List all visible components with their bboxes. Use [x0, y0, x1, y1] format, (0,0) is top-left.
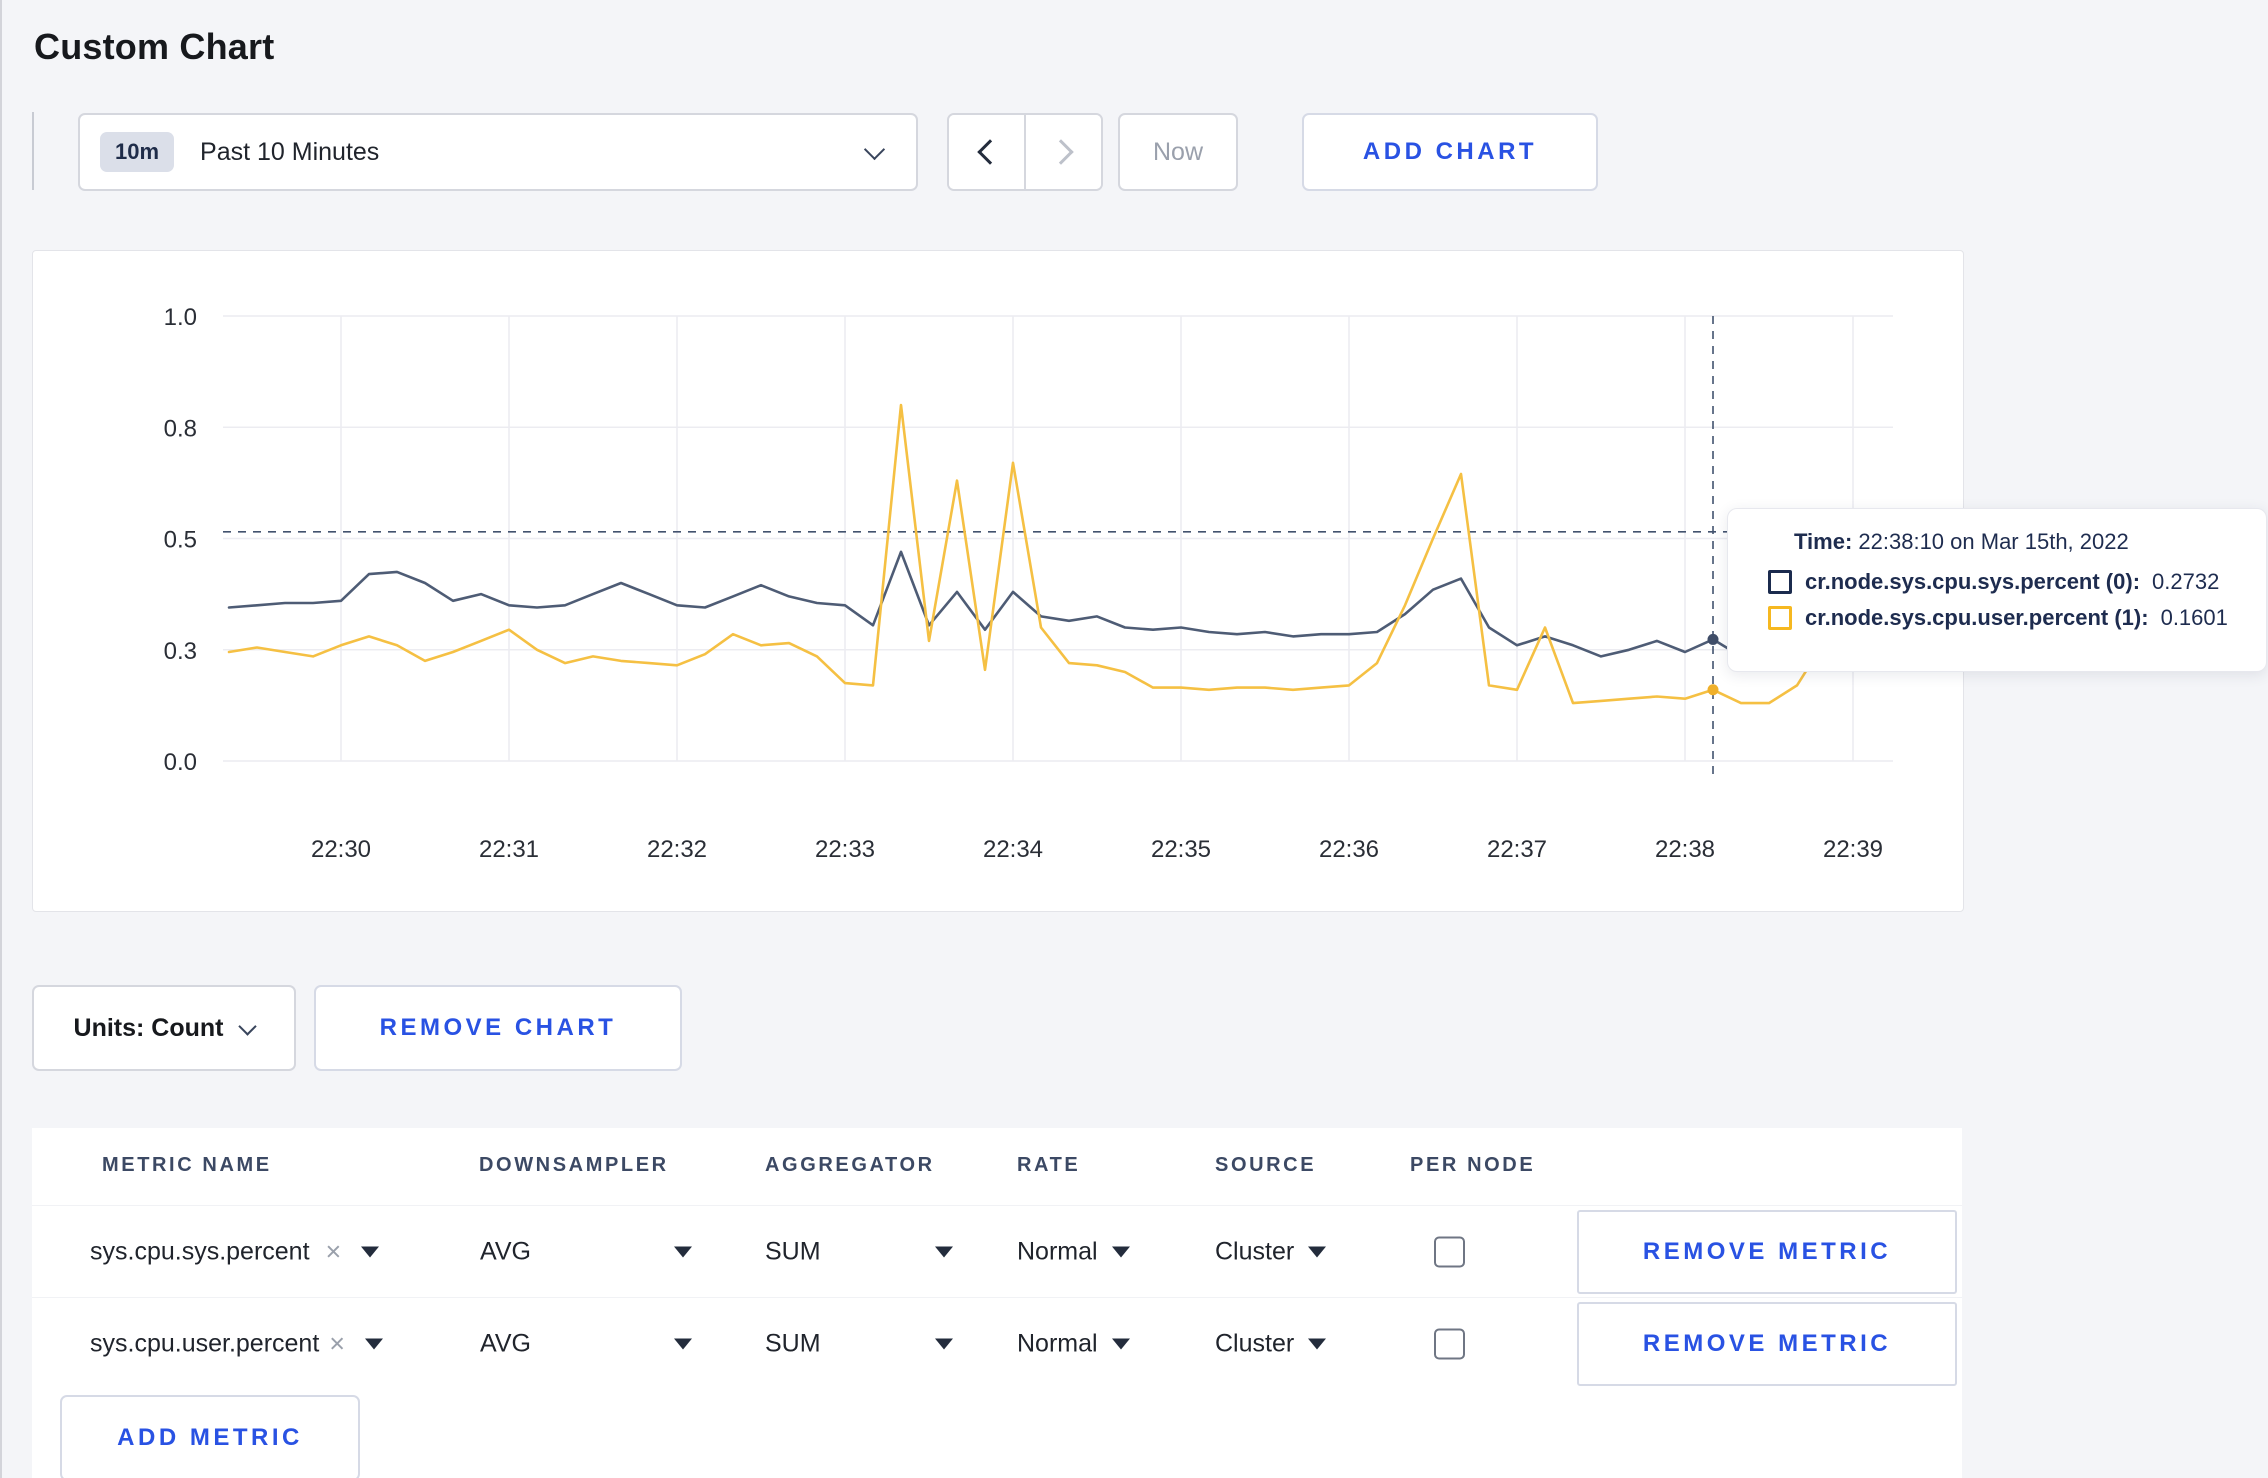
column-header-source: SOURCE [1215, 1154, 1317, 1176]
metric-name-select[interactable]: sys.cpu.user.percent × [90, 1329, 384, 1359]
custom-chart-page: Custom Chart 10m Past 10 Minutes Now ADD… [0, 0, 2268, 1478]
tooltip-time: Time: 22:38:10 on Mar 15th, 2022 [1794, 529, 2266, 555]
time-range-label: Past 10 Minutes [200, 137, 380, 166]
source-value: Cluster [1215, 1329, 1295, 1358]
metric-name-value: sys.cpu.sys.percent [90, 1237, 310, 1266]
add-metric-button[interactable]: ADD METRIC [60, 1395, 360, 1478]
aggregator-select[interactable]: SUM [765, 1330, 953, 1359]
tooltip-series-row: cr.node.sys.cpu.sys.percent (0): 0.2732 [1768, 569, 2266, 595]
svg-text:22:38: 22:38 [1655, 836, 1715, 863]
chevron-right-icon [1047, 139, 1074, 165]
units-dropdown[interactable]: Units: Count [32, 985, 296, 1071]
metric-name-value: sys.cpu.user.percent [90, 1329, 320, 1358]
svg-text:0.5: 0.5 [164, 527, 197, 554]
column-header-rate: RATE [1017, 1154, 1081, 1176]
time-range-dropdown[interactable]: 10m Past 10 Minutes [78, 113, 918, 191]
svg-text:22:31: 22:31 [479, 836, 539, 863]
caret-down-icon [935, 1338, 953, 1350]
downsampler-select[interactable]: AVG [480, 1238, 692, 1267]
chart-svg[interactable]: 0.0 0.3 0.5 0.8 1.0 22:30 22:31 22:32 22:33 22:34… [33, 251, 1963, 911]
svg-text:22:37: 22:37 [1487, 836, 1547, 863]
svg-text:22:35: 22:35 [1151, 836, 1211, 863]
chevron-left-icon [976, 139, 1003, 165]
per-node-checkbox[interactable] [1434, 1328, 1465, 1360]
svg-text:0.3: 0.3 [164, 638, 197, 665]
clear-metric-icon[interactable]: × [326, 1238, 342, 1266]
toolbar-divider [32, 112, 34, 190]
downsampler-value: AVG [480, 1237, 531, 1266]
time-pager [947, 113, 1103, 191]
tooltip-series-row: cr.node.sys.cpu.user.percent (1): 0.1601 [1768, 605, 2266, 631]
caret-down-icon [674, 1246, 692, 1258]
prev-time-button[interactable] [949, 115, 1024, 189]
tooltip-time-label: Time: [1794, 529, 1853, 554]
downsampler-value: AVG [480, 1329, 531, 1358]
tooltip-series-value: 0.1601 [2160, 605, 2228, 630]
tooltip-time-value: 22:38:10 on Mar 15th, 2022 [1858, 529, 2129, 554]
caret-down-icon [361, 1246, 380, 1258]
svg-text:22:32: 22:32 [647, 836, 707, 863]
clear-metric-icon[interactable]: × [329, 1330, 345, 1358]
rate-select[interactable]: Normal [1017, 1330, 1130, 1359]
add-chart-button[interactable]: ADD CHART [1302, 113, 1598, 191]
svg-text:1.0: 1.0 [164, 304, 197, 331]
now-button[interactable]: Now [1118, 113, 1238, 191]
caret-down-icon [1111, 1338, 1130, 1350]
per-node-checkbox[interactable] [1434, 1236, 1465, 1268]
column-header-downsampler: DOWNSAMPLER [479, 1154, 669, 1176]
chart-card: 0.0 0.3 0.5 0.8 1.0 22:30 22:31 22:32 22:33 22:34… [32, 250, 1964, 912]
source-select[interactable]: Cluster [1215, 1329, 1327, 1359]
chart-tooltip: Time: 22:38:10 on Mar 15th, 2022 cr.node… [1727, 508, 2267, 672]
next-time-button[interactable] [1024, 115, 1101, 189]
time-range-badge: 10m [100, 132, 175, 172]
svg-text:22:34: 22:34 [983, 836, 1043, 863]
aggregator-value: SUM [765, 1237, 821, 1266]
page-title: Custom Chart [34, 26, 275, 68]
user-series-swatch-icon [1768, 606, 1792, 630]
svg-text:22:33: 22:33 [815, 836, 875, 863]
source-value: Cluster [1215, 1237, 1295, 1266]
svg-text:22:36: 22:36 [1319, 836, 1379, 863]
table-row: sys.cpu.user.percent × AVG SUM Normal Cl… [32, 1297, 1962, 1390]
caret-down-icon [365, 1338, 384, 1350]
caret-down-icon [1308, 1246, 1327, 1258]
column-header-per-node: PER NODE [1410, 1154, 1536, 1176]
remove-chart-button[interactable]: REMOVE CHART [314, 985, 682, 1071]
tooltip-series-label: cr.node.sys.cpu.user.percent (1): [1805, 605, 2149, 630]
caret-down-icon [935, 1246, 953, 1258]
tooltip-series-value: 0.2732 [2152, 569, 2220, 594]
column-header-metric-name: METRIC NAME [102, 1154, 272, 1176]
rate-select[interactable]: Normal [1017, 1238, 1130, 1267]
source-select[interactable]: Cluster [1215, 1237, 1327, 1267]
table-row: sys.cpu.sys.percent × AVG SUM Normal Clu… [32, 1205, 1962, 1298]
caret-down-icon [674, 1338, 692, 1350]
column-header-aggregator: AGGREGATOR [765, 1154, 935, 1176]
svg-text:22:39: 22:39 [1823, 836, 1883, 863]
remove-metric-button[interactable]: REMOVE METRIC [1577, 1302, 1957, 1386]
sys-series-swatch-icon [1768, 570, 1792, 594]
chevron-down-icon [863, 138, 886, 160]
rate-value: Normal [1017, 1237, 1098, 1266]
chevron-down-icon [238, 1016, 258, 1036]
aggregator-select[interactable]: SUM [765, 1238, 953, 1267]
svg-text:0.8: 0.8 [164, 415, 197, 442]
aggregator-value: SUM [765, 1329, 821, 1358]
svg-text:22:30: 22:30 [311, 836, 371, 863]
metric-name-select[interactable]: sys.cpu.sys.percent × [90, 1237, 380, 1267]
rate-value: Normal [1017, 1329, 1098, 1358]
caret-down-icon [1111, 1246, 1130, 1258]
units-label: Units: Count [73, 1013, 224, 1042]
svg-text:0.0: 0.0 [164, 749, 197, 776]
downsampler-select[interactable]: AVG [480, 1330, 692, 1359]
caret-down-icon [1308, 1338, 1327, 1350]
tooltip-series-label: cr.node.sys.cpu.sys.percent (0): [1805, 569, 2141, 594]
remove-metric-button[interactable]: REMOVE METRIC [1577, 1210, 1957, 1294]
